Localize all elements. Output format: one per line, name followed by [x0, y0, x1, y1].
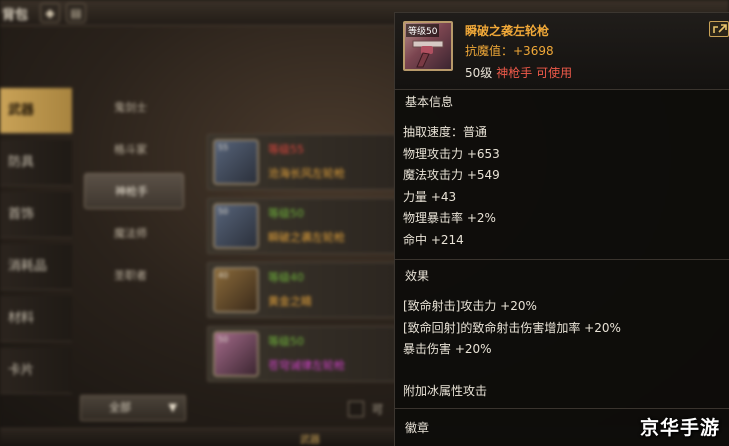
- inventory-title: 背包: [2, 8, 29, 23]
- tooltip-stat-line: 物理攻击力 +653: [403, 147, 500, 161]
- job-filter-priest[interactable]: 圣职者: [84, 258, 184, 294]
- item-level: 等级55: [268, 143, 304, 156]
- item-row[interactable]: 50 等级50 瞬破之袭左轮枪: [207, 198, 397, 254]
- tooltip-effect-line: 暴击伤害 +20%: [403, 342, 492, 356]
- revolver-icon: 50: [213, 203, 259, 249]
- tooltip-effect-line: [致命射击]攻击力 +20%: [403, 299, 537, 313]
- tooltip-required-class: 神枪手 可使用: [496, 66, 573, 80]
- job-filter-mage[interactable]: 魔法师: [84, 216, 184, 252]
- external-link-icon[interactable]: [709, 21, 729, 37]
- item-row[interactable]: 40 等级40 黄金之睛: [207, 262, 397, 318]
- tooltip-resist-value: 抗魔值：+3698: [465, 44, 554, 58]
- category-tab-armor[interactable]: 防具: [0, 140, 72, 186]
- tooltip-stat-line: 力量 +43: [403, 190, 457, 204]
- tooltip-divider: [395, 408, 729, 409]
- eye-item-icon: 40: [213, 267, 259, 313]
- filter-checkbox-label: 可: [372, 403, 383, 416]
- sort-icon[interactable]: ▤: [66, 3, 86, 23]
- tooltip-item-name: 瞬破之袭左轮枪: [465, 24, 550, 38]
- tooltip-stat-line: 魔法攻击力 +549: [403, 168, 500, 182]
- category-tab-consumable[interactable]: 消耗品: [0, 244, 72, 290]
- diamond-icon[interactable]: ◆: [40, 3, 60, 23]
- filter-dropdown[interactable]: 全部 ▼: [80, 395, 186, 421]
- tooltip-effect-line: [致命回射]的致命射击伤害增加率 +20%: [403, 321, 621, 335]
- tooltip-required-level: 50级: [465, 66, 493, 80]
- category-tab-material[interactable]: 材料: [0, 296, 72, 342]
- tooltip-stat-line: 命中 +214: [403, 233, 464, 247]
- item-row[interactable]: 50 等级50 苍穹诫律左轮枪: [207, 326, 397, 382]
- category-tab-accessory[interactable]: 首饰: [0, 192, 72, 238]
- tooltip-divider: [395, 89, 729, 90]
- revolver-icon: 50: [213, 331, 259, 377]
- filter-dropdown-label: 全部: [109, 401, 131, 414]
- item-name: 瞬破之袭左轮枪: [268, 231, 345, 244]
- tooltip-section-emblem: 徽章: [405, 421, 430, 435]
- item-level: 等级40: [268, 271, 304, 284]
- tooltip-stat-line: 抽取速度：普通: [403, 125, 488, 139]
- item-name: 苍穹诫律左轮枪: [268, 359, 345, 372]
- tooltip-extra-effect: 附加冰属性攻击: [403, 384, 488, 398]
- item-tooltip: 等级50 瞬破之袭左轮枪 抗魔值：+3698 50级 神枪手 可使用 基本信息 抽…: [394, 12, 729, 446]
- revolver-icon: 55: [213, 139, 259, 185]
- item-level: 等级50: [268, 207, 304, 220]
- site-watermark: 京华手游: [640, 417, 721, 439]
- tooltip-icon-level: 等级50: [406, 24, 440, 37]
- tooltip-section-basic: 基本信息: [405, 95, 454, 109]
- job-filter-slayer[interactable]: 鬼剑士: [84, 90, 184, 126]
- item-row[interactable]: 55 等级55 沧海长风左轮枪: [207, 134, 397, 190]
- item-name: 黄金之睛: [268, 295, 312, 308]
- job-filter-gunner[interactable]: 神枪手: [84, 173, 184, 209]
- job-filter-fighter[interactable]: 格斗家: [84, 132, 184, 168]
- triangle-down-icon: ▼: [168, 401, 177, 414]
- revolver-shape: [412, 40, 444, 68]
- category-tab-weapon[interactable]: 武器: [0, 88, 72, 134]
- tooltip-section-effect: 效果: [405, 269, 430, 283]
- tooltip-requirement: 50级 神枪手 可使用: [465, 64, 572, 81]
- filter-checkbox[interactable]: [348, 401, 364, 417]
- tooltip-divider: [395, 259, 729, 260]
- item-name: 沧海长风左轮枪: [268, 167, 345, 180]
- item-level: 等级50: [268, 335, 304, 348]
- tooltip-stat-line: 物理暴击率 +2%: [403, 211, 496, 225]
- revolver-icon: 等级50: [403, 21, 453, 71]
- bottom-bar-label: 武器: [300, 435, 320, 446]
- category-tab-card[interactable]: 卡片: [0, 348, 72, 394]
